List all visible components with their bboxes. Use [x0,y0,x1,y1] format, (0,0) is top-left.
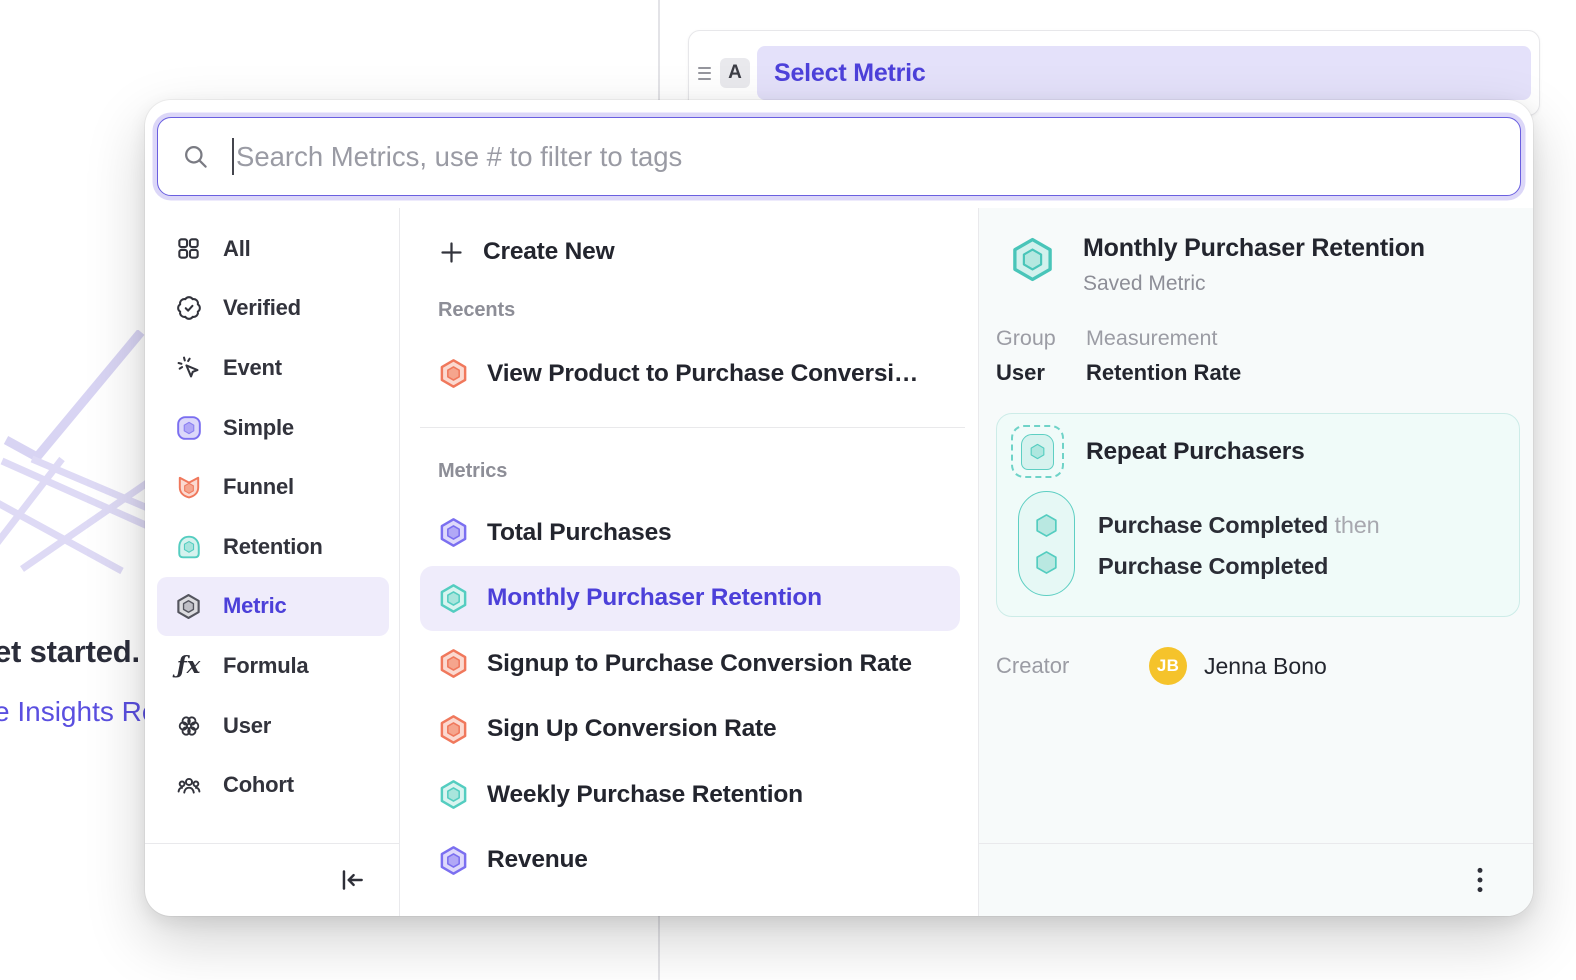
metric-item-label: Revenue [487,846,588,874]
metric-item-signup-to-purchase-conversion-rate[interactable]: Signup to Purchase Conversion Rate [400,631,978,697]
creator-avatar: JB [1149,647,1187,685]
sidebar-item-user[interactable]: User [145,696,399,756]
sidebar-item-all[interactable]: All [145,219,399,279]
metric-item-label: Sign Up Conversion Rate [487,715,776,743]
metric-item-revenue[interactable]: Revenue [400,828,978,894]
definition-step-2: Purchase Completed [1098,546,1379,587]
series-a-badge[interactable]: A [720,58,750,88]
sidebar-item-label: User [223,713,271,739]
more-options-button[interactable] [1461,859,1499,901]
recents-heading: Recents [400,299,978,322]
then-connector: then [1335,512,1380,538]
metric-item-sign-up-conversion-rate[interactable]: Sign Up Conversion Rate [400,697,978,763]
metric-hex-icon [438,517,469,548]
retention-definition-icon [1011,425,1064,478]
metric-list-column: Create New Recents View Product to Purch… [400,208,978,916]
metric-hex-icon [438,648,469,679]
definition-card: Repeat Purchasers Purchase Completed the… [996,413,1520,617]
metric-detail-panel: Monthly Purchaser Retention Saved Metric… [978,208,1533,916]
metric-hex-icon [438,845,469,876]
definition-name: Repeat Purchasers [1086,438,1305,466]
category-sidebar: All Verified [145,208,400,916]
sidebar-item-event[interactable]: Event [145,338,399,398]
metrics-heading: Metrics [400,460,978,483]
metric-hex-icon [438,779,469,810]
metric-item-monthly-purchaser-retention[interactable]: Monthly Purchaser Retention [420,566,960,632]
backdrop-insights-report-link[interactable]: e Insights Re [0,696,157,728]
collapse-sidebar-button[interactable] [333,861,371,899]
formula-icon: ƒx [175,652,202,679]
list-divider [420,427,965,429]
metric-hex-icon [438,583,469,614]
sidebar-item-formula[interactable]: ƒx Formula [145,636,399,696]
sidebar-item-funnel[interactable]: Funnel [145,457,399,517]
grid-icon [175,235,202,262]
plus-icon [438,239,465,266]
sidebar-item-label: Formula [223,653,308,679]
recent-item-view-product-to-purchase-conversion[interactable]: View Product to Purchase Conversi… [400,341,978,407]
search-icon [182,143,209,170]
event-hex-icon [1033,549,1060,576]
badge-check-icon [175,295,202,322]
metric-picker-modal: All Verified [145,100,1533,916]
funnel-metric-icon [175,474,202,501]
detail-title: Monthly Purchaser Retention [1083,234,1425,263]
sidebar-item-retention[interactable]: Retention [145,517,399,577]
metric-item-label: Signup to Purchase Conversion Rate [487,650,912,678]
sidebar-item-verified[interactable]: Verified [145,279,399,339]
sidebar-item-metric[interactable]: Metric [157,577,389,637]
sidebar-item-label: Event [223,355,282,381]
sidebar-item-label: Verified [223,295,301,321]
select-metric-button[interactable]: Select Metric [757,46,1531,100]
sidebar-item-label: Simple [223,415,294,441]
funnel-metric-hex-icon [438,358,469,389]
event-hex-icon [1033,512,1060,539]
backdrop-headline-fragment: et started. [0,634,140,670]
detail-subtitle: Saved Metric [1083,272,1425,296]
drag-handle-icon[interactable] [695,67,713,80]
sidebar-item-simple[interactable]: Simple [145,398,399,458]
sidebar-footer [145,843,399,916]
simple-metric-icon [175,414,202,441]
metric-hex-icon [438,714,469,745]
kebab-menu-icon [1467,865,1493,895]
group-value: User [996,360,1086,386]
cohort-icon [175,772,202,799]
creator-label: Creator [996,653,1149,679]
measurement-label: Measurement [1086,326,1241,351]
event-sequence-capsule [1018,491,1075,596]
metric-item-label: Weekly Purchase Retention [487,781,803,809]
metric-item-weekly-purchase-retention[interactable]: Weekly Purchase Retention [400,762,978,828]
metric-item-label: Total Purchases [487,519,671,547]
definition-step-1: Purchase Completed then [1098,505,1379,546]
measurement-value: Retention Rate [1086,360,1241,386]
sidebar-item-label: All [223,236,251,262]
metric-item-total-purchases[interactable]: Total Purchases [400,500,978,566]
metric-hexagon-icon [175,593,202,620]
sidebar-item-label: Funnel [223,474,294,500]
cursor-click-icon [175,354,202,381]
collapse-left-icon [337,865,367,895]
retention-metric-icon [175,533,202,560]
search-box[interactable] [157,117,1521,196]
user-cluster-icon [175,712,202,739]
saved-metric-hex-icon [1009,236,1056,283]
sidebar-item-label: Retention [223,534,323,560]
group-label: Group [996,326,1086,351]
search-input[interactable] [236,141,1496,173]
text-caret [232,138,234,175]
create-new-label: Create New [483,238,614,266]
detail-footer [979,843,1533,916]
sidebar-item-label: Cohort [223,772,294,798]
sidebar-item-cohort[interactable]: Cohort [145,755,399,815]
decorative-line-art [0,330,152,600]
metric-item-label: Monthly Purchaser Retention [487,584,822,612]
sidebar-item-label: Metric [223,593,287,619]
create-new-button[interactable]: Create New [400,220,978,284]
creator-name: Jenna Bono [1204,653,1327,680]
recent-item-label: View Product to Purchase Conversi… [487,360,918,388]
